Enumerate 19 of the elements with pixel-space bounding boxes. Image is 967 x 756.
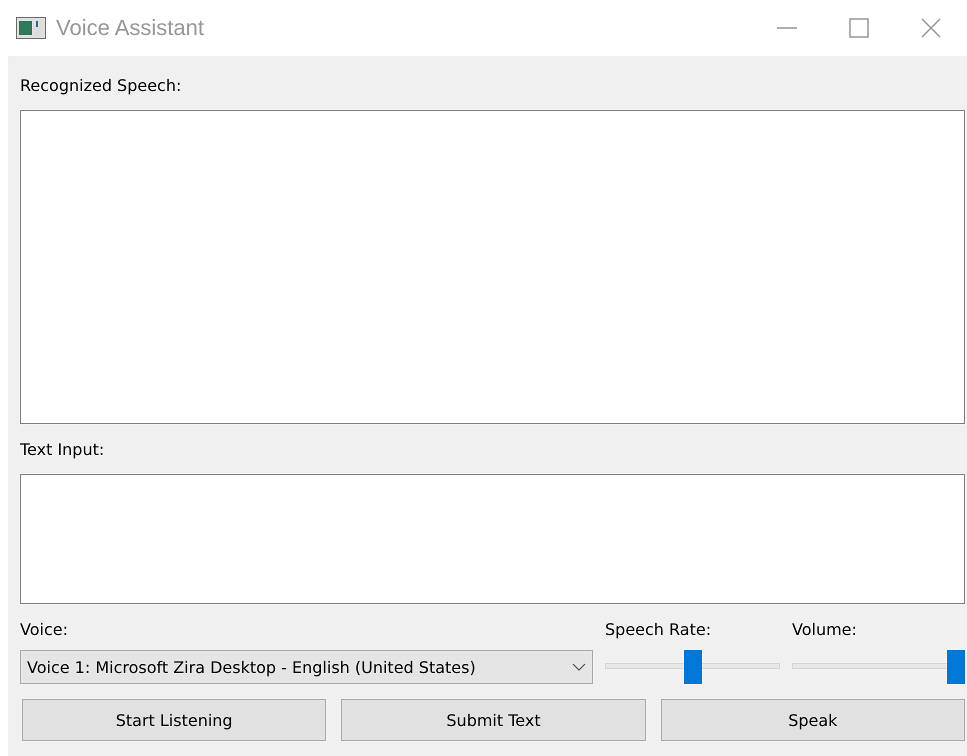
action-button[interactable]: Speak	[660, 699, 965, 741]
slider-label: Speech Rate:	[605, 619, 712, 641]
text-input-field[interactable]	[20, 474, 965, 604]
window-title: Voice Assistant	[56, 15, 204, 41]
chevron-down-icon	[572, 663, 586, 671]
slider[interactable]	[605, 650, 780, 684]
maximize-icon[interactable]	[849, 18, 869, 38]
slider-thumb[interactable]	[684, 650, 702, 684]
field-label: Text Input:	[20, 439, 104, 461]
slider[interactable]	[792, 650, 965, 684]
slider-label: Volume:	[792, 619, 857, 641]
field-label: Voice:	[20, 619, 68, 641]
voice-dropdown[interactable]: Voice 1: Microsoft Zira Desktop - English (United States)	[20, 650, 593, 684]
close-icon[interactable]	[921, 18, 941, 38]
slider-thumb[interactable]	[947, 650, 965, 684]
action-button[interactable]: Start Listening	[22, 699, 326, 741]
action-button[interactable]: Submit Text	[341, 699, 646, 741]
app-icon	[16, 17, 46, 39]
field-label: Recognized Speech:	[20, 75, 182, 97]
